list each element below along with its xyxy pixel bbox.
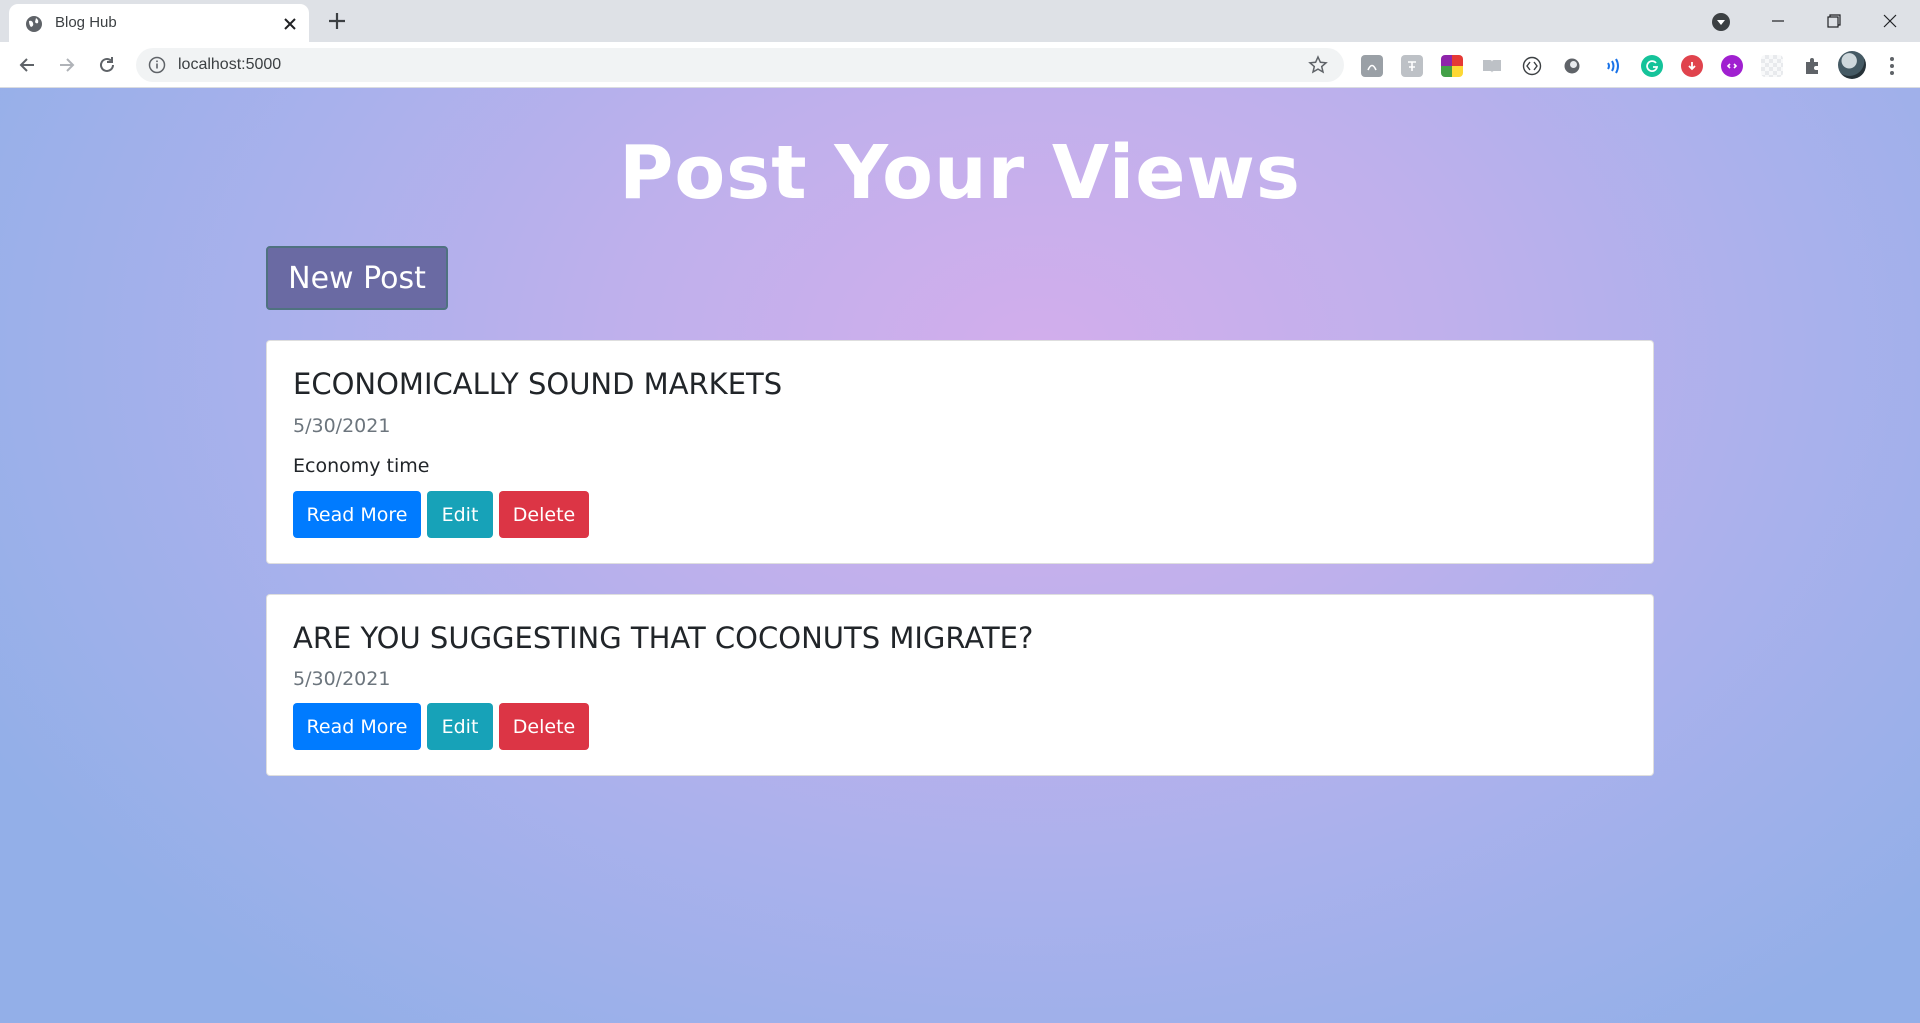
page-title: Post Your Views (619, 130, 1301, 216)
edit-button[interactable]: Edit (427, 703, 493, 750)
post-actions: Read More Edit Delete (293, 491, 589, 538)
grammarly-icon[interactable] (1641, 55, 1663, 77)
browser-toolbar: localhost:5000 (0, 42, 1920, 88)
new-tab-icon[interactable] (326, 10, 348, 32)
post-title: ARE YOU SUGGESTING THAT COCONUTS MIGRATE… (293, 621, 1034, 655)
delete-button[interactable]: Delete (499, 491, 589, 538)
post-summary: Economy time (293, 455, 430, 477)
minimize-icon[interactable] (1750, 0, 1806, 42)
read-more-button[interactable]: Read More (293, 491, 421, 538)
browser-tab[interactable]: Blog Hub (9, 4, 309, 42)
delete-button[interactable]: Delete (499, 703, 589, 750)
globe-icon (26, 16, 42, 32)
info-icon[interactable] (148, 56, 166, 74)
puzzle-icon[interactable] (1801, 55, 1823, 77)
page-viewport: Post Your Views New Post ECONOMICALLY SO… (0, 88, 1920, 1023)
blank-extension-icon[interactable] (1761, 55, 1783, 77)
new-post-button[interactable]: New Post (266, 246, 448, 310)
edit-button[interactable]: Edit (427, 491, 493, 538)
tab-strip: Blog Hub (0, 0, 1920, 42)
kebab-menu-icon[interactable] (1880, 54, 1904, 78)
address-bar[interactable]: localhost:5000 (136, 48, 1344, 82)
forward-icon[interactable] (52, 50, 82, 80)
restore-icon[interactable] (1806, 0, 1862, 42)
read-more-button[interactable]: Read More (293, 703, 421, 750)
circle-dot-icon[interactable] (1561, 55, 1583, 77)
bookmark-star-icon[interactable] (1308, 55, 1328, 75)
url-text: localhost:5000 (178, 56, 282, 73)
code-braces-icon[interactable] (1521, 55, 1543, 77)
profile-avatar[interactable] (1838, 51, 1866, 79)
close-tab-icon[interactable] (281, 15, 299, 33)
tab-title: Blog Hub (55, 14, 117, 31)
tab-search-icon[interactable] (1710, 11, 1732, 33)
post-title: ECONOMICALLY SOUND MARKETS (293, 367, 783, 401)
back-icon[interactable] (12, 50, 42, 80)
reader-icon[interactable] (1481, 55, 1503, 77)
link-circle-icon[interactable] (1721, 55, 1743, 77)
translate-icon[interactable] (1401, 55, 1423, 77)
post-actions: Read More Edit Delete (293, 703, 589, 750)
save-icon[interactable] (1681, 55, 1703, 77)
color-grid-icon[interactable] (1441, 55, 1463, 77)
close-window-icon[interactable] (1862, 0, 1918, 42)
post-date: 5/30/2021 (293, 668, 391, 690)
post-card: ARE YOU SUGGESTING THAT COCONUTS MIGRATE… (266, 594, 1654, 776)
post-date: 5/30/2021 (293, 415, 391, 437)
post-card: ECONOMICALLY SOUND MARKETS 5/30/2021 Eco… (266, 340, 1654, 564)
reload-icon[interactable] (92, 50, 122, 80)
pdf-icon[interactable] (1361, 55, 1383, 77)
speech-waves-icon[interactable] (1601, 55, 1623, 77)
